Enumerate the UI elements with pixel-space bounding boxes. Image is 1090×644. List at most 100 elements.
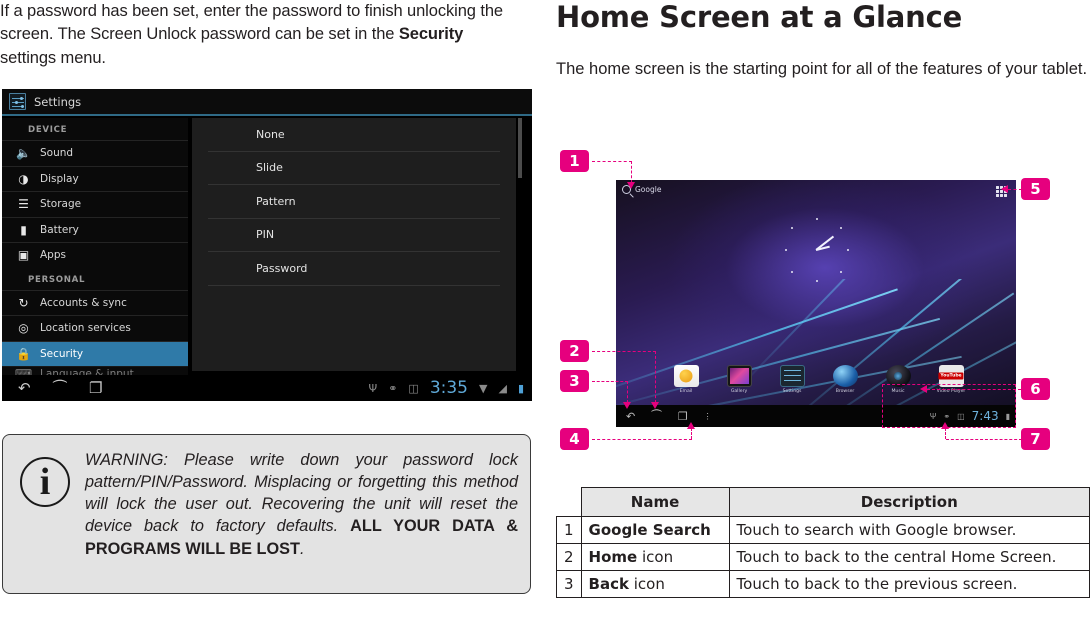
leader-line-5 xyxy=(1008,189,1022,190)
recents-icon[interactable]: ❐ xyxy=(678,410,688,423)
table-cell-name-bold: Google Search xyxy=(588,521,711,539)
sidebar-item-battery[interactable]: ▮ Battery xyxy=(2,216,188,243)
email-icon xyxy=(673,365,699,387)
sidebar-item-accounts-sync[interactable]: ↻ Accounts & sync xyxy=(2,289,188,316)
dock-app-email[interactable]: Email xyxy=(671,365,701,394)
leader-line-2-h xyxy=(592,351,656,352)
leader-line-4-v xyxy=(691,428,692,439)
home-icon[interactable]: ⏜ xyxy=(53,379,67,397)
settings-title-bar: Settings xyxy=(2,89,532,116)
leader-line-3-v xyxy=(627,381,628,403)
sidebar-item-label: Accounts & sync xyxy=(40,296,127,309)
leader-line-4-h xyxy=(592,439,692,440)
leader-arrow-1 xyxy=(627,182,635,189)
battery-icon: ▮ xyxy=(517,381,524,395)
lock-option-pattern[interactable]: Pattern xyxy=(208,185,500,219)
callout-badge-7: 7 xyxy=(1021,428,1050,450)
dock-app-label: Gallery xyxy=(730,389,748,394)
table-cell-number: 1 xyxy=(556,516,582,544)
dock-app-browser[interactable]: Browser xyxy=(830,365,860,394)
table-cell-description: Touch to search with Google browser. xyxy=(728,516,1090,544)
sound-icon: 🔈 xyxy=(16,146,31,161)
dock-app-gallery[interactable]: Gallery xyxy=(724,365,754,394)
dock-app-label: Settings xyxy=(782,389,802,394)
warning-text-part-2: . xyxy=(299,539,305,558)
apps-icon: ▣ xyxy=(17,248,30,263)
sdcard-icon: ◫ xyxy=(408,381,419,395)
status-clock: 3:35 xyxy=(429,378,468,398)
table-row: 3 Back icon Touch to back to the previou… xyxy=(556,570,1090,598)
table-cell-name: Home icon xyxy=(580,543,730,571)
settings-icon xyxy=(779,365,805,387)
sidebar-item-sound[interactable]: 🔈 Sound xyxy=(2,140,188,166)
warning-box: i WARNING: Please write down your passwo… xyxy=(2,434,531,594)
leader-line-1-h xyxy=(592,161,632,162)
table-header-name: Name xyxy=(580,487,730,517)
callout-badge-6: 6 xyxy=(1021,378,1050,400)
sidebar-item-security[interactable]: 🔒 Security xyxy=(2,340,188,366)
settings-app-title: Settings xyxy=(34,94,82,109)
sidebar-item-location-services[interactable]: ◎ Location services xyxy=(2,315,188,341)
callout-badge-5: 5 xyxy=(1021,178,1050,200)
sidebar-section-personal: PERSONAL xyxy=(28,274,86,285)
scrollbar-thumb[interactable] xyxy=(518,118,522,178)
settings-sliders-icon xyxy=(9,93,26,110)
intro-bold-security: Security xyxy=(398,25,464,44)
table-cell-description: Touch to back to the central Home Screen… xyxy=(728,543,1090,571)
table-cell-name-bold: Back xyxy=(588,575,629,593)
sidebar-item-apps[interactable]: ▣ Apps xyxy=(2,242,188,268)
leader-arrow-5 xyxy=(1001,185,1008,193)
settings-sidebar: DEVICE 🔈 Sound ◑ Display ☰ Storage ▮ Bat… xyxy=(2,118,188,380)
table-row: 1 Google Search Touch to search with Goo… xyxy=(556,516,1090,544)
gallery-icon xyxy=(726,365,752,387)
status-bar-highlight-box xyxy=(882,384,1016,428)
leader-line-3-h xyxy=(592,381,628,382)
google-search-label: Google xyxy=(635,185,662,194)
manual-page: If a password has been set, enter the pa… xyxy=(0,0,1090,644)
sidebar-item-label: Sound xyxy=(40,147,74,160)
leader-arrow-2 xyxy=(651,402,659,409)
lock-option-password[interactable]: Password xyxy=(208,252,500,286)
lock-option-none[interactable]: None xyxy=(208,118,500,152)
recents-icon[interactable]: ❐ xyxy=(89,379,102,397)
warning-text: WARNING: Please write down your password… xyxy=(85,449,518,560)
table-header-blank xyxy=(556,487,582,517)
table-cell-name-bold: Home xyxy=(588,548,638,566)
home-icon[interactable]: ⏜ xyxy=(651,410,662,423)
table-cell-name-rest: icon xyxy=(637,548,674,566)
leader-arrow-3 xyxy=(623,402,631,409)
table-cell-name: Back icon xyxy=(580,570,730,598)
dock-app-settings[interactable]: Settings xyxy=(777,365,807,394)
lock-options-panel: None Slide Pattern PIN Password xyxy=(192,118,516,371)
table-row: 2 Home icon Touch to back to the central… xyxy=(556,543,1090,571)
lock-option-slide[interactable]: Slide xyxy=(208,152,500,185)
sidebar-item-label: Display xyxy=(40,172,79,185)
lock-option-pin[interactable]: PIN xyxy=(208,219,500,252)
sidebar-item-label: Storage xyxy=(40,198,82,211)
table-cell-description: Touch to back to the previous screen. xyxy=(728,570,1090,598)
android-settings-screenshot: Settings DEVICE 🔈 Sound ◑ Display ☰ Stor… xyxy=(2,89,532,401)
page-subtitle: The home screen is the starting point fo… xyxy=(556,60,1088,78)
home-screen-figure: Google Email Gallery Settings Browser Mu… xyxy=(556,140,1090,460)
table-cell-number: 3 xyxy=(556,570,582,598)
clock-widget xyxy=(785,218,849,283)
sidebar-item-display[interactable]: ◑ Display xyxy=(2,165,188,192)
table-cell-name: Google Search xyxy=(580,516,730,544)
menu-icon[interactable]: ⋮ xyxy=(704,412,712,421)
sidebar-item-label: Location services xyxy=(40,322,131,335)
leader-line-2-v xyxy=(655,351,656,403)
back-icon[interactable]: ↶ xyxy=(18,379,31,397)
storage-icon: ☰ xyxy=(18,197,29,212)
usb-icon: Ψ xyxy=(368,381,378,395)
right-column: Home Screen at a Glance The home screen … xyxy=(556,0,1090,644)
lock-icon: 🔒 xyxy=(16,346,31,361)
table-cell-number: 2 xyxy=(556,543,582,571)
legend-table: Name Description 1 Google Search Touch t… xyxy=(556,487,1090,598)
table-header-row: Name Description xyxy=(556,487,1090,517)
info-icon: i xyxy=(20,457,70,507)
callout-badge-3: 3 xyxy=(560,370,589,392)
callout-badge-1: 1 xyxy=(560,150,589,172)
sidebar-item-storage[interactable]: ☰ Storage xyxy=(2,191,188,217)
location-icon: ◎ xyxy=(18,321,29,336)
back-icon[interactable]: ↶ xyxy=(626,410,635,423)
